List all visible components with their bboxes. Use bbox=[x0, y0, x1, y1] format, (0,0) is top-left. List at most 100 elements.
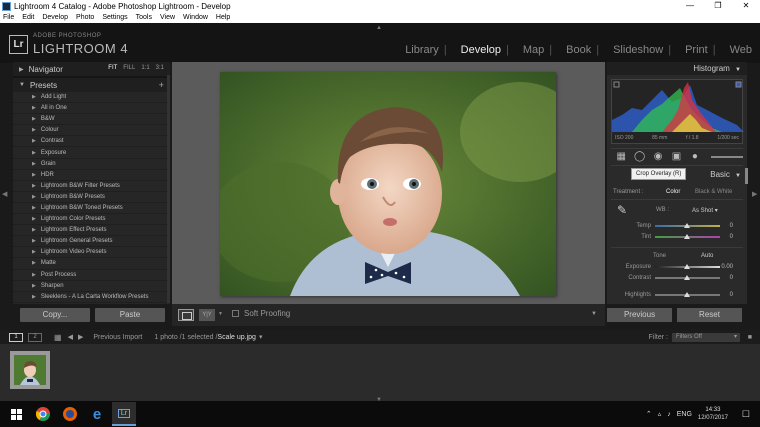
spot-removal-icon[interactable]: ◯ bbox=[633, 151, 645, 163]
tray-chevron-icon[interactable]: ⌃ bbox=[646, 410, 652, 418]
menu-edit[interactable]: Edit bbox=[22, 14, 34, 21]
navigator-header[interactable]: ▶ Navigator FIT FILL 1:1 3:1 bbox=[13, 62, 170, 76]
module-develop[interactable]: Develop bbox=[461, 44, 501, 56]
reset-button[interactable]: Reset bbox=[677, 308, 742, 322]
treatment-color[interactable]: Color bbox=[666, 189, 680, 195]
filter-dropdown[interactable]: Filters Off ▾ bbox=[672, 332, 740, 342]
preset-folder[interactable]: ▶ B&W bbox=[13, 114, 170, 126]
preset-folder[interactable]: ▶ Lightroom B&W Filter Presets bbox=[13, 181, 170, 192]
menu-window[interactable]: Window bbox=[183, 14, 208, 21]
left-panel-toggle-icon[interactable]: ◀ bbox=[2, 190, 7, 198]
menu-develop[interactable]: Develop bbox=[42, 14, 68, 21]
module-slideshow[interactable]: Slideshow bbox=[613, 44, 663, 56]
filename-caret-icon[interactable]: ▾ bbox=[259, 333, 263, 341]
soft-proofing-checkbox[interactable] bbox=[232, 310, 239, 317]
primary-window-button[interactable]: 1 bbox=[9, 332, 23, 342]
zoom-1-1[interactable]: 1:1 bbox=[141, 65, 149, 71]
module-map[interactable]: Map bbox=[523, 44, 544, 56]
preset-folder[interactable]: ▶ Matte bbox=[13, 258, 170, 270]
module-web[interactable]: Web bbox=[730, 44, 752, 56]
preset-folder[interactable]: ▶ Lightroom Color Presets bbox=[13, 214, 170, 226]
preset-folder[interactable]: ▶ Add Light bbox=[13, 92, 170, 104]
module-print[interactable]: Print bbox=[685, 44, 708, 56]
preset-folder[interactable]: ▶ All in One bbox=[13, 103, 170, 115]
preset-folder[interactable]: ▶ Exposure bbox=[13, 147, 170, 159]
preset-folder[interactable]: ▶ HDR bbox=[13, 170, 170, 181]
preset-folder[interactable]: ▶ Sharpen bbox=[13, 281, 170, 292]
wb-dropdown[interactable]: As Shot ▾ bbox=[692, 207, 718, 214]
white-balance-eyedropper-icon[interactable]: ✎ bbox=[617, 203, 627, 217]
source-label[interactable]: Previous Import bbox=[93, 334, 142, 341]
clock[interactable]: 14:33 12/07/2017 bbox=[698, 406, 728, 422]
preset-folder[interactable]: ▶ Lightroom B&W Presets bbox=[13, 192, 170, 203]
temp-knob[interactable] bbox=[684, 223, 690, 228]
maximize-button[interactable]: ❐ bbox=[704, 0, 732, 12]
menu-photo[interactable]: Photo bbox=[76, 14, 94, 21]
zoom-3-1[interactable]: 3:1 bbox=[156, 65, 164, 71]
auto-tone-button[interactable]: Auto bbox=[701, 253, 713, 259]
menu-file[interactable]: File bbox=[3, 14, 14, 21]
menu-settings[interactable]: Settings bbox=[102, 14, 127, 21]
filmstrip-thumbnail[interactable] bbox=[10, 351, 50, 389]
presets-header[interactable]: ▼ Presets + bbox=[13, 78, 170, 92]
exposure-knob[interactable] bbox=[684, 264, 690, 269]
preset-folder[interactable]: ▶ Contrast bbox=[13, 136, 170, 148]
main-photo[interactable] bbox=[220, 72, 556, 296]
chrome-app[interactable] bbox=[31, 402, 55, 426]
histogram-header[interactable]: Histogram ▼ bbox=[607, 62, 747, 75]
right-scrollbar[interactable] bbox=[745, 168, 748, 184]
temp-slider[interactable] bbox=[655, 223, 720, 228]
contrast-knob[interactable] bbox=[684, 275, 690, 280]
highlights-slider[interactable] bbox=[655, 292, 720, 297]
left-scrollbar[interactable] bbox=[167, 75, 170, 303]
contrast-slider[interactable] bbox=[655, 275, 720, 280]
module-book[interactable]: Book bbox=[566, 44, 591, 56]
highlights-knob[interactable] bbox=[684, 292, 690, 297]
exposure-slider[interactable] bbox=[655, 264, 720, 269]
soft-proofing-toggle[interactable]: Soft Proofing bbox=[232, 309, 290, 318]
red-eye-icon[interactable]: ◉ bbox=[652, 151, 664, 163]
zoom-fill[interactable]: FILL bbox=[123, 65, 135, 71]
menu-view[interactable]: View bbox=[160, 14, 175, 21]
secondary-window-button[interactable]: 2 bbox=[28, 332, 42, 342]
histogram[interactable]: ISO 200 85 mm f / 1.8 1/200 sec bbox=[611, 79, 744, 144]
loupe-view-button[interactable] bbox=[178, 309, 194, 321]
back-arrow-icon[interactable]: ◀ bbox=[68, 333, 73, 341]
add-preset-icon[interactable]: + bbox=[159, 80, 164, 90]
start-button[interactable] bbox=[4, 402, 28, 426]
preset-folder[interactable]: ▶ Post Process bbox=[13, 270, 170, 281]
preset-folder[interactable]: ▶ Lightroom Effect Presets bbox=[13, 225, 170, 237]
preset-folder[interactable]: ▶ Sleeklens - A La Carta Workflow Presets bbox=[13, 292, 170, 303]
previous-button[interactable]: Previous bbox=[607, 308, 672, 322]
menu-help[interactable]: Help bbox=[216, 14, 230, 21]
firefox-app[interactable] bbox=[58, 402, 82, 426]
notifications-icon[interactable]: ☐ bbox=[742, 409, 750, 420]
preset-folder[interactable]: ▶ Grain bbox=[13, 159, 170, 170]
right-panel-toggle-icon[interactable]: ▶ bbox=[752, 190, 757, 198]
before-after-button[interactable]: Y|Y bbox=[199, 309, 215, 321]
toolbar-menu-caret-icon[interactable]: ▼ bbox=[591, 311, 597, 317]
tint-knob[interactable] bbox=[684, 234, 690, 239]
close-button[interactable]: ✕ bbox=[732, 0, 760, 12]
lightroom-app[interactable]: Lr bbox=[112, 402, 136, 426]
menu-tools[interactable]: Tools bbox=[136, 14, 152, 21]
module-library[interactable]: Library bbox=[405, 44, 439, 56]
volume-icon[interactable]: ♪ bbox=[667, 411, 671, 418]
tint-slider[interactable] bbox=[655, 234, 720, 239]
top-panel-toggle-icon[interactable]: ▲ bbox=[376, 25, 382, 31]
treatment-bw[interactable]: Black & White bbox=[695, 189, 732, 195]
language-indicator[interactable]: ENG bbox=[677, 411, 692, 418]
preset-folder[interactable]: ▶ Lightroom B&W Toned Presets bbox=[13, 203, 170, 215]
graduated-filter-icon[interactable]: ▣ bbox=[670, 151, 682, 163]
forward-arrow-icon[interactable]: ▶ bbox=[78, 333, 83, 341]
preset-folder[interactable]: ▶ Lightroom Video Presets bbox=[13, 247, 170, 259]
edge-app[interactable]: e bbox=[85, 402, 109, 426]
adjustment-brush-icon[interactable]: ● bbox=[689, 151, 701, 163]
grid-icon[interactable]: ▦ bbox=[54, 333, 62, 342]
lock-icon[interactable]: ■ bbox=[748, 334, 752, 341]
paste-button[interactable]: Paste bbox=[95, 308, 165, 322]
copy-button[interactable]: Copy... bbox=[20, 308, 90, 322]
before-after-caret-icon[interactable]: ▼ bbox=[218, 311, 223, 317]
zoom-fit[interactable]: FIT bbox=[108, 65, 117, 71]
tool-slider[interactable] bbox=[711, 156, 744, 158]
